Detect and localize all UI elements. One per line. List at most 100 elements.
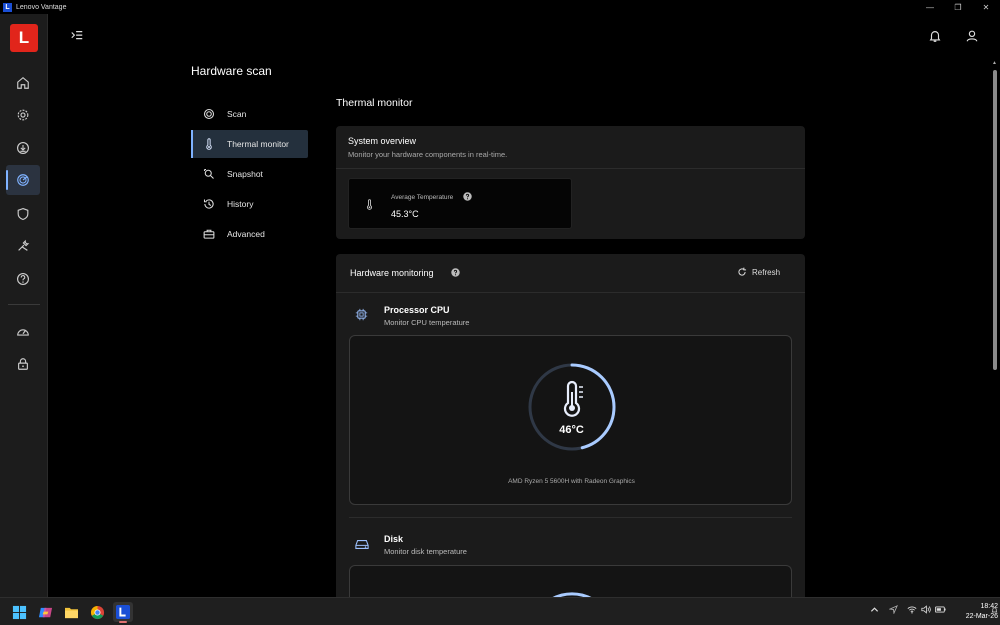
rail-divider	[8, 304, 40, 305]
rail-security[interactable]	[6, 199, 40, 229]
hardware-monitoring-title: Hardware monitoring	[350, 268, 434, 278]
rail-home[interactable]	[6, 68, 40, 98]
network-tray[interactable]	[907, 605, 917, 614]
thermometer-icon	[206, 138, 212, 150]
subnav-item-snapshot[interactable]: Snapshot	[191, 160, 308, 188]
subnav-label: History	[227, 199, 254, 209]
speaker-icon	[921, 605, 931, 614]
copilot-button[interactable]	[35, 602, 55, 622]
subnav-item-thermal-monitor[interactable]: Thermal monitor	[191, 130, 308, 158]
section-title: Thermal monitor	[336, 97, 413, 109]
toolbox-icon	[203, 229, 215, 239]
rail-privacy[interactable]	[6, 349, 40, 379]
help-icon	[451, 268, 460, 277]
home-icon	[17, 77, 29, 89]
download-icon	[17, 142, 29, 154]
tools-icon	[18, 239, 30, 251]
window-title: Lenovo Vantage	[16, 3, 67, 11]
folder-icon	[64, 607, 78, 618]
chevron-up-icon	[870, 607, 879, 612]
scrollbar[interactable]: ▲	[992, 60, 998, 597]
file-explorer-button[interactable]	[61, 602, 81, 622]
disk-subtitle: Monitor disk temperature	[384, 547, 467, 556]
bell-icon	[929, 31, 941, 42]
volume-tray[interactable]	[921, 605, 931, 614]
hardware-monitoring-help[interactable]	[451, 268, 460, 277]
rail-downloads[interactable]	[6, 133, 40, 163]
overview-title: System overview	[348, 136, 417, 146]
refresh-icon	[738, 267, 747, 276]
help-icon	[463, 192, 472, 201]
rail-performance[interactable]	[6, 317, 40, 347]
hardware-scan-icon	[17, 174, 29, 186]
average-temperature-value: 45.3°C	[391, 209, 419, 219]
scrollbar-thumb[interactable]	[993, 70, 997, 370]
disk-name: Disk	[384, 534, 404, 544]
bell-icon	[991, 607, 998, 613]
history-icon	[203, 199, 214, 209]
subnav-label: Snapshot	[227, 169, 263, 179]
subnav-item-advanced[interactable]: Advanced	[191, 220, 308, 248]
system-overview-card: System overview Monitor your hardware co…	[336, 126, 805, 239]
average-temperature-tile: Average Temperature 45.3°C	[348, 178, 572, 229]
subnav-label: Scan	[227, 109, 247, 119]
cpu-gauge-panel: 46°C AMD Ryzen 5 5600H with Radeon Graph…	[349, 335, 792, 505]
wifi-icon	[907, 606, 917, 614]
battery-icon	[935, 606, 946, 613]
subnav-item-history[interactable]: History	[191, 190, 308, 218]
title-bar: L Lenovo Vantage — ❐ ✕	[0, 0, 1000, 14]
app-icon: L	[3, 2, 12, 12]
windows-icon	[12, 605, 26, 619]
thermometer-icon	[367, 199, 372, 210]
chrome-button[interactable]	[87, 602, 107, 622]
subnav-label: Advanced	[227, 229, 265, 239]
help-icon	[17, 273, 29, 285]
disk-drive-icon	[355, 540, 369, 549]
refresh-button[interactable]: Refresh	[737, 267, 780, 277]
restore-button[interactable]: ❐	[944, 0, 972, 14]
rail-tools[interactable]	[6, 231, 40, 261]
notification-bell-tray[interactable]	[991, 606, 998, 614]
notifications-button[interactable]	[928, 29, 942, 43]
divider	[349, 517, 792, 518]
location-arrow-icon	[889, 605, 898, 614]
copilot-icon	[38, 607, 52, 617]
lenovo-logo[interactable]: L	[10, 24, 38, 52]
cpu-chip-icon	[355, 308, 368, 321]
close-button[interactable]: ✕	[972, 0, 1000, 14]
chrome-icon	[90, 605, 104, 619]
cpu-model: AMD Ryzen 5 5600H with Radeon Graphics	[508, 478, 635, 485]
scan-icon	[203, 108, 215, 120]
hardware-monitoring-card: Hardware monitoring Refresh Processor CP…	[336, 254, 805, 605]
minimize-button[interactable]: —	[916, 0, 944, 14]
rail-hardware-scan[interactable]	[6, 165, 40, 195]
subnav-label: Thermal monitor	[227, 139, 289, 149]
snapshot-icon	[203, 168, 214, 179]
shield-icon	[17, 207, 29, 221]
location-tray[interactable]	[889, 605, 898, 614]
account-button[interactable]	[965, 29, 979, 43]
rail-settings[interactable]	[6, 100, 40, 130]
refresh-label: Refresh	[752, 267, 781, 277]
overview-subtitle: Monitor your hardware components in real…	[348, 150, 508, 159]
average-temperature-help[interactable]	[463, 192, 472, 201]
collapse-menu-icon	[71, 31, 83, 40]
show-hidden-icons-button[interactable]	[870, 605, 879, 614]
left-rail: L	[0, 14, 48, 597]
lenovo-vantage-taskbar-button[interactable]	[113, 602, 133, 623]
cpu-name: Processor CPU	[384, 305, 450, 315]
average-temperature-label: Average Temperature	[391, 194, 454, 201]
cpu-temperature-value: 46°C	[559, 424, 584, 436]
battery-tray[interactable]	[935, 605, 946, 614]
subnav-item-scan[interactable]: Scan	[191, 100, 308, 128]
lock-icon	[18, 358, 28, 370]
gear-icon	[17, 109, 29, 121]
lenovo-vantage-icon	[116, 605, 130, 619]
user-icon	[966, 30, 978, 42]
rail-help[interactable]	[6, 264, 40, 294]
taskbar: 18:42 22-Mar-26	[0, 597, 1000, 625]
cpu-temperature-gauge	[528, 363, 616, 451]
page-title: Hardware scan	[191, 64, 272, 78]
start-button[interactable]	[9, 602, 29, 622]
menu-toggle-button[interactable]	[70, 29, 84, 43]
